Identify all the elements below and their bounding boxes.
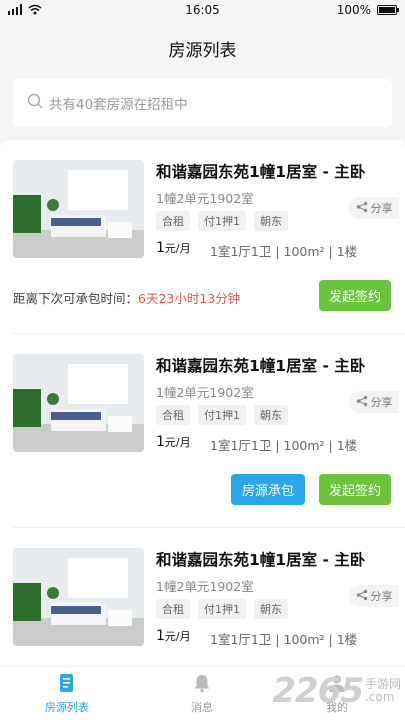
- share-label: 分享: [370, 202, 393, 215]
- bell-icon: [192, 675, 212, 696]
- listing-photo[interactable]: [13, 548, 144, 646]
- tag: 合租: [156, 599, 190, 619]
- listing-tags: 合租 付1押1 朝东: [156, 211, 288, 231]
- price-unit: 元/月: [164, 242, 191, 255]
- price-value: 1: [156, 434, 165, 450]
- listing-price: 1元/月: [156, 434, 191, 450]
- status-icons-right: 100%: [336, 3, 399, 17]
- page-title: 房源列表: [168, 41, 237, 61]
- search-icon: [27, 93, 43, 113]
- listing-specs: 1室1厅1卫 | 100m² | 1楼: [210, 438, 358, 453]
- tag: 朝东: [254, 211, 288, 231]
- tab-messages[interactable]: 消息: [152, 673, 252, 715]
- contract-house-button[interactable]: 房源承包: [231, 474, 305, 505]
- tag: 合租: [156, 405, 190, 425]
- price-unit: 元/月: [164, 436, 191, 449]
- search-placeholder: 共有40套房源在招租中: [49, 97, 188, 113]
- countdown-value: 6天23小时13分钟: [138, 291, 241, 306]
- share-button[interactable]: 分享: [349, 197, 399, 219]
- listing-tags: 合租 付1押1 朝东: [156, 405, 288, 425]
- tag: 付1押1: [198, 599, 246, 619]
- price-value: 1: [156, 240, 165, 256]
- listing-title[interactable]: 和谐嘉园东苑1幢1居室 - 主卧: [156, 548, 365, 570]
- countdown-label: 距离下次可承包时间：: [13, 291, 139, 306]
- listing-price: 1元/月: [156, 628, 191, 644]
- listing-title[interactable]: 和谐嘉园东苑1幢1居室 - 主卧: [156, 160, 365, 182]
- price-value: 1: [156, 628, 165, 644]
- share-icon: [356, 395, 368, 410]
- share-icon: [356, 589, 368, 604]
- listing-specs: 1室1厅1卫 | 100m² | 1楼: [210, 632, 358, 647]
- search-input[interactable]: 共有40套房源在招租中: [13, 79, 392, 127]
- tab-label: 房源列表: [45, 701, 89, 714]
- share-button[interactable]: 分享: [349, 585, 399, 607]
- listing-tags: 合租 付1押1 朝东: [156, 599, 288, 619]
- tag: 朝东: [254, 599, 288, 619]
- listing-specs: 1室1厅1卫 | 100m² | 1楼: [210, 244, 358, 259]
- share-icon: [356, 201, 368, 216]
- watermark-text-top: 手游网: [364, 677, 401, 691]
- listing-card[interactable]: 和谐嘉园东苑1幢1居室 - 主卧 1幢2单元1902室 合租 付1押1 朝东 分…: [0, 334, 405, 528]
- listing-title[interactable]: 和谐嘉园东苑1幢1居室 - 主卧: [156, 354, 365, 376]
- price-unit: 元/月: [164, 630, 191, 643]
- battery-icon: [377, 5, 399, 15]
- listing-photo[interactable]: [13, 160, 144, 258]
- site-watermark: 2265 手游网 .com: [272, 668, 401, 714]
- listing-price: 1元/月: [156, 240, 191, 256]
- status-bar: 16:05 100%: [0, 0, 405, 22]
- tag: 付1押1: [198, 405, 246, 425]
- tab-label: 消息: [191, 701, 213, 714]
- watermark-text-bottom: .com: [364, 690, 395, 704]
- tag: 朝东: [254, 405, 288, 425]
- listing-card[interactable]: 和谐嘉园东苑1幢1居室 - 主卧 1幢2单元1902室 合租 付1押1 朝东 分…: [0, 528, 405, 666]
- tag: 付1押1: [198, 211, 246, 231]
- share-button[interactable]: 分享: [349, 391, 399, 413]
- tag: 合租: [156, 211, 190, 231]
- start-signing-button[interactable]: 发起签约: [319, 280, 391, 311]
- listing-unit: 1幢2单元1902室: [156, 579, 254, 594]
- listing-photo[interactable]: [13, 354, 144, 452]
- start-signing-button[interactable]: 发起签约: [319, 474, 391, 505]
- listing-unit: 1幢2单元1902室: [156, 191, 254, 206]
- battery-percent: 100%: [336, 3, 371, 17]
- listing-list[interactable]: 和谐嘉园东苑1幢1居室 - 主卧 1幢2单元1902室 合租 付1押1 朝东 分…: [0, 140, 405, 666]
- share-label: 分享: [370, 396, 393, 409]
- listing-unit: 1幢2单元1902室: [156, 385, 254, 400]
- tab-house-list[interactable]: 房源列表: [17, 673, 117, 715]
- watermark-number: 2265: [272, 671, 364, 711]
- share-label: 分享: [370, 590, 393, 603]
- contract-countdown: 距离下次可承包时间：6天23小时13分钟: [13, 288, 240, 307]
- document-icon: [57, 674, 77, 696]
- watermark-text: 手游网 .com: [365, 678, 401, 704]
- listing-card[interactable]: 和谐嘉园东苑1幢1居室 - 主卧 1幢2单元1902室 合租 付1押1 朝东 分…: [0, 140, 405, 334]
